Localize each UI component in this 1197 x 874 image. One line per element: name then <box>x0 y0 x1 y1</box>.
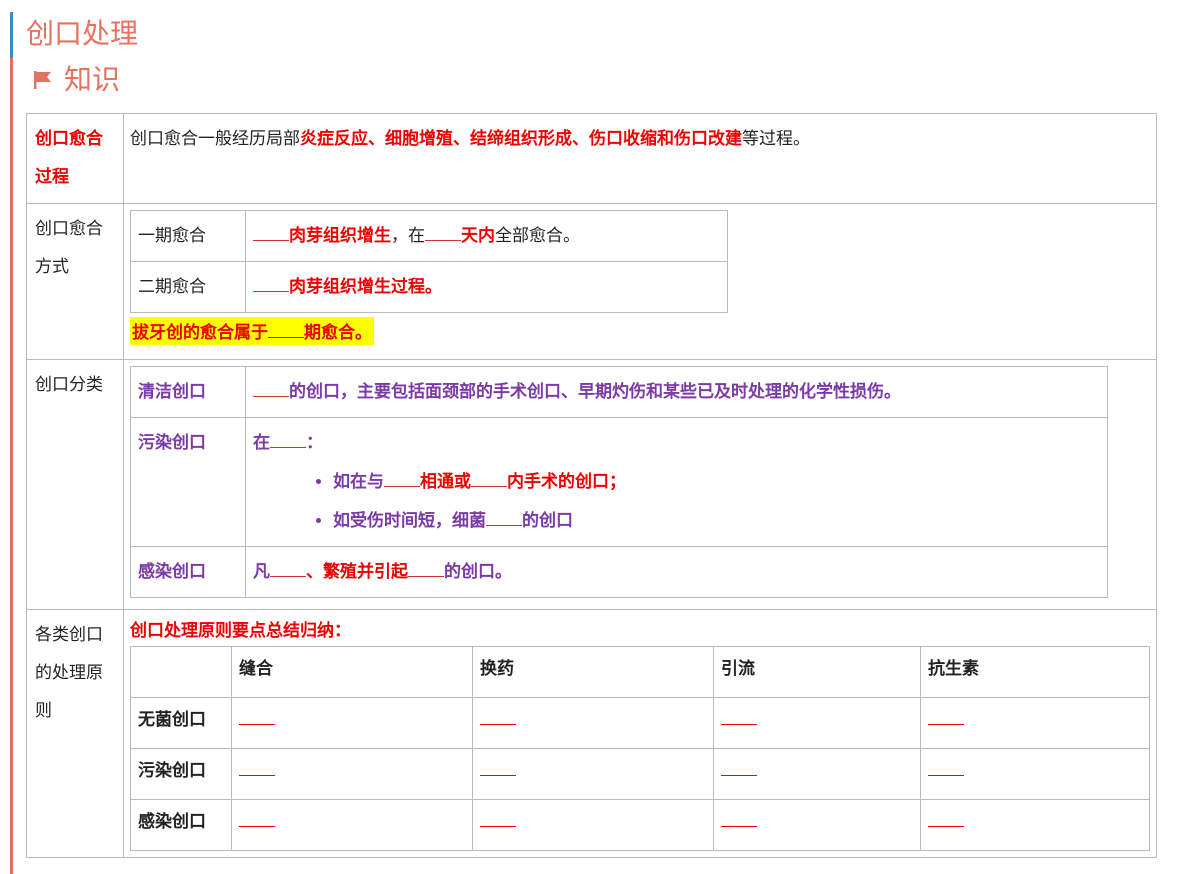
blank[interactable] <box>253 376 289 397</box>
content-infected-wound: 凡、繁殖并引起 的创口。 <box>245 546 1108 598</box>
col-header: 抗生素 <box>920 646 1150 698</box>
blank[interactable] <box>480 806 516 827</box>
blank[interactable] <box>721 755 757 776</box>
cell <box>713 799 921 851</box>
blank[interactable] <box>408 556 444 577</box>
label-classification: 创口分类 <box>26 359 124 610</box>
row-first-intention: 一期愈合 肉芽组织增生，在 天内全部愈合。 <box>130 210 728 262</box>
cell <box>472 697 714 749</box>
blank[interactable] <box>239 806 275 827</box>
blank[interactable] <box>471 466 507 487</box>
blank[interactable] <box>486 505 522 526</box>
row-header: 无菌创口 <box>130 697 232 749</box>
col-header: 引流 <box>713 646 921 698</box>
blank[interactable] <box>253 271 289 292</box>
cell <box>231 799 473 851</box>
cell <box>713 748 921 800</box>
cell <box>472 748 714 800</box>
page-title: 创口处理 <box>26 17 139 50</box>
content-principles: 创口处理原则要点总结归纳： 缝合 换药 引流 抗生素 无菌创口 污染创口 感染创… <box>123 609 1157 858</box>
healing-methods-table: 一期愈合 肉芽组织增生，在 天内全部愈合。 二期愈合 肉芽组织增生过程。 <box>130 210 728 313</box>
section-accent-bar <box>10 58 13 874</box>
label-clean-wound: 清洁创口 <box>130 366 246 418</box>
row-clean-wound: 清洁创口 的创口，主要包括面颈部的手术创口、早期灼伤和某些已及时处理的化学性损伤… <box>130 366 1108 418</box>
blank[interactable] <box>270 556 306 577</box>
content-contaminated-wound: 在： 如在与相通或内手术的创口； 如受伤时间短，细菌的创口 <box>245 417 1108 547</box>
row-principles: 各类创口的处理原则 创口处理原则要点总结归纳： 缝合 换药 引流 抗生素 无菌创… <box>26 609 1157 858</box>
subtitle-text: 知识 <box>64 63 121 96</box>
blank[interactable] <box>480 755 516 776</box>
cell <box>920 799 1150 851</box>
content-second-intention: 肉芽组织增生过程。 <box>245 261 728 313</box>
cell <box>231 748 473 800</box>
row-healing-methods: 创口愈合方式 一期愈合 肉芽组织增生，在 天内全部愈合。 二期愈合 肉芽组织增生过… <box>26 203 1157 360</box>
content-healing-methods: 一期愈合 肉芽组织增生，在 天内全部愈合。 二期愈合 肉芽组织增生过程。 拔牙创的… <box>123 203 1157 360</box>
list-item: 如在与相通或内手术的创口； <box>333 463 1100 502</box>
corner-cell <box>130 646 232 698</box>
label-second-intention: 二期愈合 <box>130 261 246 313</box>
knowledge-table: 创口愈合过程 创口愈合一般经历局部炎症反应、细胞增殖、结缔组织形成、伤口收缩和伤… <box>26 113 1157 858</box>
cell <box>472 799 714 851</box>
table-row: 污染创口 <box>130 748 1150 800</box>
blank[interactable] <box>270 427 306 448</box>
col-header: 缝合 <box>231 646 473 698</box>
content-clean-wound: 的创口，主要包括面颈部的手术创口、早期灼伤和某些已及时处理的化学性损伤。 <box>245 366 1108 418</box>
row-classification: 创口分类 清洁创口 的创口，主要包括面颈部的手术创口、早期灼伤和某些已及时处理的… <box>26 359 1157 610</box>
row-contaminated-wound: 污染创口 在： 如在与相通或内手术的创口； 如受伤时间短，细菌的创口 <box>130 417 1108 547</box>
blank[interactable] <box>721 704 757 725</box>
blank[interactable] <box>253 220 289 241</box>
row-healing-process: 创口愈合过程 创口愈合一般经历局部炎症反应、细胞增殖、结缔组织形成、伤口收缩和伤… <box>26 113 1157 204</box>
flag-icon <box>34 71 51 89</box>
principles-table: 缝合 换药 引流 抗生素 无菌创口 污染创口 感染创口 <box>130 646 1150 851</box>
label-first-intention: 一期愈合 <box>130 210 246 262</box>
label-contaminated-wound: 污染创口 <box>130 417 246 547</box>
blank[interactable] <box>928 755 964 776</box>
blank[interactable] <box>928 704 964 725</box>
section-subtitle: 知识 <box>32 60 120 100</box>
col-header: 换药 <box>472 646 714 698</box>
cell <box>231 697 473 749</box>
header-row: 缝合 换药 引流 抗生素 <box>130 646 1150 698</box>
cell <box>920 697 1150 749</box>
blank[interactable] <box>480 704 516 725</box>
row-header: 污染创口 <box>130 748 232 800</box>
table-row: 无菌创口 <box>130 697 1150 749</box>
cell <box>713 697 921 749</box>
principles-heading: 创口处理原则要点总结归纳： <box>130 621 351 641</box>
row-second-intention: 二期愈合 肉芽组织增生过程。 <box>130 261 728 313</box>
content-first-intention: 肉芽组织增生，在 天内全部愈合。 <box>245 210 728 262</box>
blank[interactable] <box>239 704 275 725</box>
contaminated-list: 如在与相通或内手术的创口； 如受伤时间短，细菌的创口 <box>253 463 1100 541</box>
row-infected-wound: 感染创口 凡、繁殖并引起 的创口。 <box>130 546 1108 598</box>
cell <box>920 748 1150 800</box>
blank[interactable] <box>384 466 420 487</box>
content-healing-process: 创口愈合一般经历局部炎症反应、细胞增殖、结缔组织形成、伤口收缩和伤口改建等过程。 <box>123 113 1157 204</box>
label-healing-methods: 创口愈合方式 <box>26 203 124 360</box>
blank[interactable] <box>721 806 757 827</box>
blank[interactable] <box>928 806 964 827</box>
title-accent-bar <box>10 12 13 58</box>
blank[interactable] <box>425 220 461 241</box>
blank[interactable] <box>239 755 275 776</box>
label-principles: 各类创口的处理原则 <box>26 609 124 858</box>
label-healing-process: 创口愈合过程 <box>26 113 124 204</box>
list-item: 如受伤时间短，细菌的创口 <box>333 502 1100 541</box>
classification-table: 清洁创口 的创口，主要包括面颈部的手术创口、早期灼伤和某些已及时处理的化学性损伤… <box>130 366 1108 598</box>
content-classification: 清洁创口 的创口，主要包括面颈部的手术创口、早期灼伤和某些已及时处理的化学性损伤… <box>123 359 1157 610</box>
label-infected-wound: 感染创口 <box>130 546 246 598</box>
highlight-note: 拔牙创的愈合属于 期愈合。 <box>130 317 374 345</box>
row-header: 感染创口 <box>130 799 232 851</box>
table-row: 感染创口 <box>130 799 1150 851</box>
blank[interactable] <box>268 317 304 338</box>
